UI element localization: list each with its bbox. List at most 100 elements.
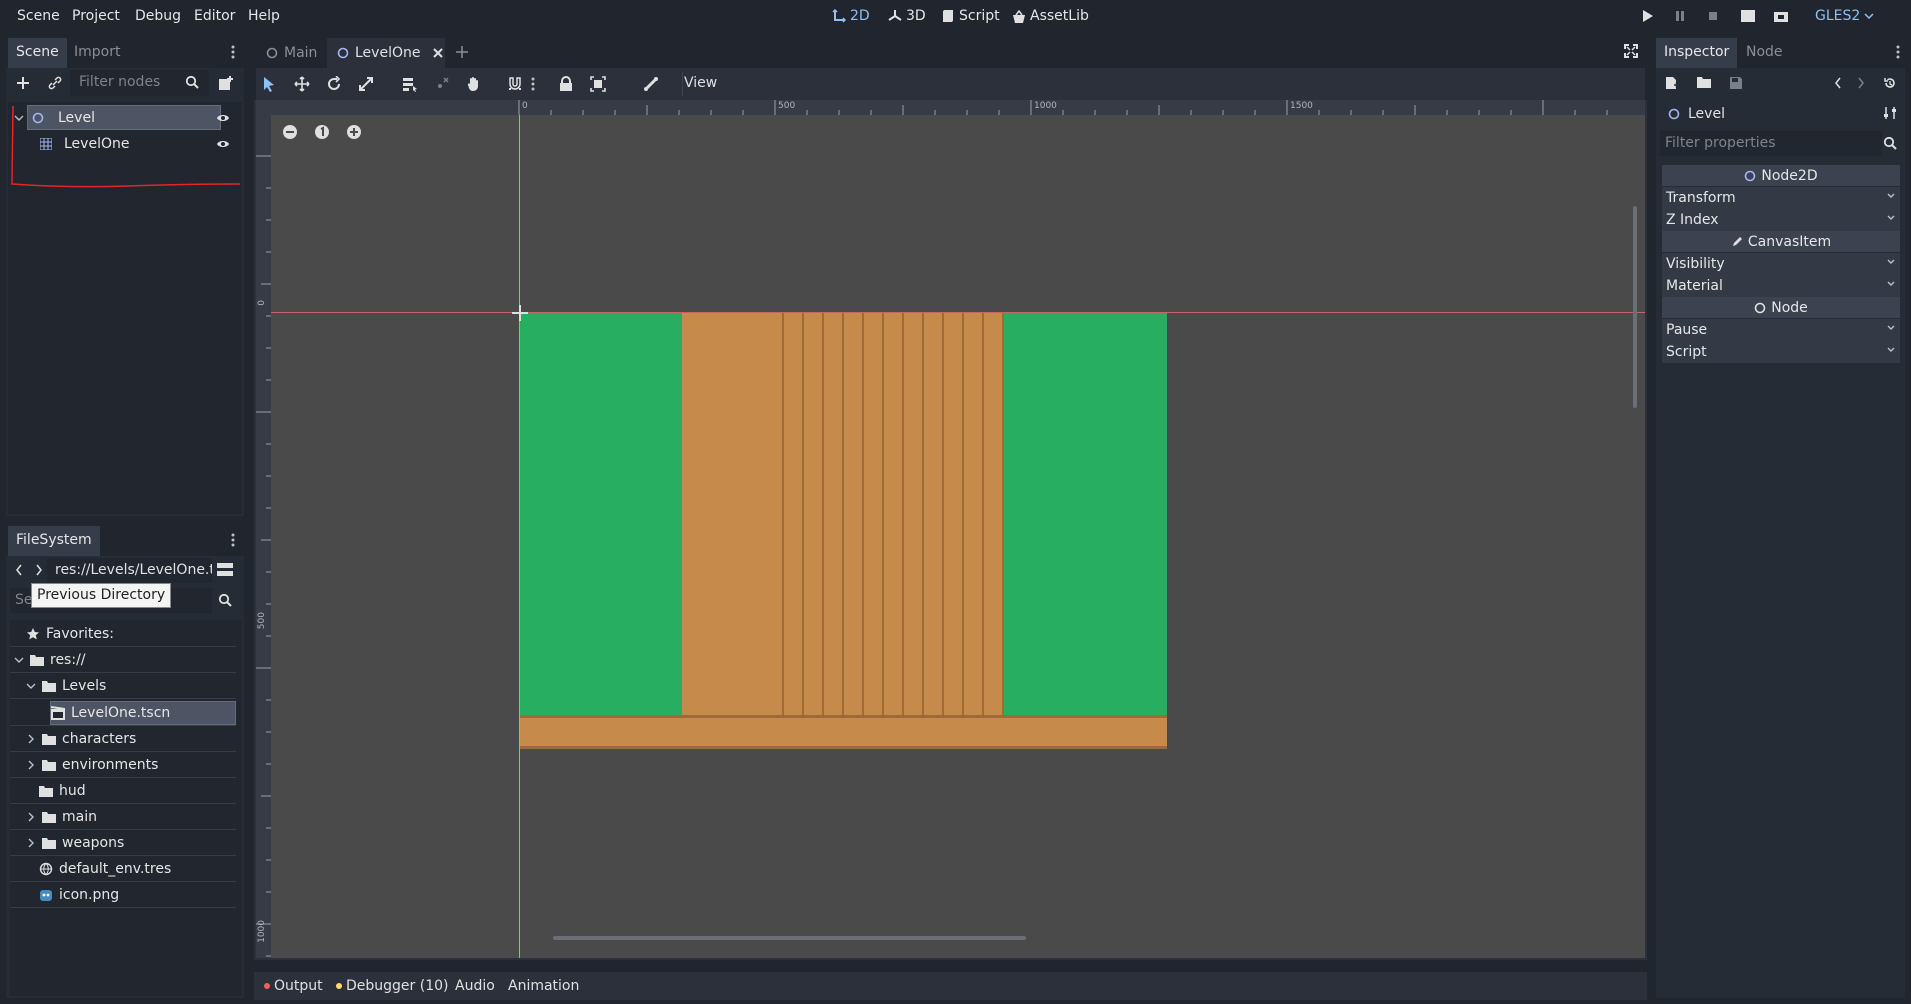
- list-select-icon[interactable]: [402, 76, 418, 92]
- snap-magnet-icon[interactable]: [507, 76, 523, 92]
- kebab-menu-icon[interactable]: [231, 44, 235, 60]
- instance-scene-icon[interactable]: [218, 75, 234, 91]
- tab-main[interactable]: Main: [256, 38, 324, 68]
- menu-project[interactable]: Project: [72, 8, 120, 24]
- lock-icon[interactable]: [559, 76, 573, 92]
- favorites-row[interactable]: Favorites:: [26, 621, 114, 647]
- filter-properties-input[interactable]: Filter properties: [1660, 131, 1882, 156]
- filter-nodes-input[interactable]: Filter nodes: [70, 70, 209, 96]
- tab-import[interactable]: Import: [66, 38, 128, 66]
- horizontal-scrollbar[interactable]: [553, 936, 1026, 940]
- kebab-menu-icon[interactable]: [231, 532, 235, 548]
- distraction-free-icon[interactable]: [1624, 44, 1638, 58]
- animation-tab[interactable]: Animation: [508, 978, 579, 994]
- save-icon[interactable]: [1729, 76, 1743, 90]
- file-label: default_env.tres: [59, 861, 172, 877]
- menu-scene[interactable]: Scene: [17, 8, 60, 24]
- folder-row-levels[interactable]: Levels: [26, 673, 106, 699]
- workspace-assetlib-label: AssetLib: [1030, 8, 1089, 24]
- canvas-viewport[interactable]: 0 500 1000 1500 0 500 1000: [256, 100, 1645, 958]
- play-scene-icon[interactable]: [1740, 9, 1756, 23]
- folder-row-weapons[interactable]: weapons: [26, 830, 124, 856]
- stop-icon[interactable]: [1706, 9, 1720, 23]
- tab-inspector[interactable]: Inspector: [1656, 38, 1738, 68]
- chevron-left-icon[interactable]: [1834, 77, 1842, 89]
- tilemap-level[interactable]: [520, 313, 1167, 749]
- history-icon[interactable]: [1883, 76, 1897, 90]
- output-tab[interactable]: Output: [264, 978, 323, 994]
- tab-scene[interactable]: Scene: [8, 38, 67, 68]
- folder-row-res[interactable]: res://: [14, 647, 86, 673]
- property-script[interactable]: Script: [1662, 341, 1900, 363]
- scale-tool-icon[interactable]: [358, 76, 374, 92]
- file-row-default-env[interactable]: default_env.tres: [39, 856, 171, 882]
- debugger-tab[interactable]: Debugger (10): [336, 978, 448, 994]
- workspace-2d-button[interactable]: 2D: [832, 8, 870, 24]
- play-custom-scene-icon[interactable]: [1773, 9, 1789, 23]
- property-z-index[interactable]: Z Index: [1662, 209, 1900, 231]
- path-field[interactable]: res://Levels/LevelOne.t: [47, 558, 212, 583]
- audio-tab[interactable]: Audio: [455, 978, 495, 994]
- bone-icon[interactable]: [643, 76, 659, 92]
- chevron-down-icon: [26, 682, 36, 690]
- file-row-icon-png[interactable]: icon.png: [39, 882, 119, 908]
- chevron-left-icon[interactable]: [15, 564, 23, 576]
- menu-help[interactable]: Help: [248, 8, 280, 24]
- chevron-right-icon[interactable]: [35, 564, 43, 576]
- error-dot-icon: [264, 983, 270, 989]
- zoom-in-icon[interactable]: [346, 124, 362, 140]
- file-label: LevelOne.tscn: [71, 705, 171, 721]
- pan-hand-icon[interactable]: [466, 76, 482, 92]
- menu-debug[interactable]: Debug: [135, 8, 181, 24]
- tab-node[interactable]: Node: [1738, 38, 1791, 66]
- pivot-tool-icon[interactable]: [434, 76, 450, 92]
- property-visibility[interactable]: Visibility: [1662, 253, 1900, 275]
- menu-editor[interactable]: Editor: [194, 8, 235, 24]
- vertical-scrollbar[interactable]: [1633, 206, 1637, 408]
- folder-row-characters[interactable]: characters: [26, 726, 136, 752]
- property-pause[interactable]: Pause: [1662, 319, 1900, 341]
- property-material[interactable]: Material: [1662, 275, 1900, 297]
- path-value: res://Levels/LevelOne.t: [55, 562, 212, 578]
- inspected-object[interactable]: Level: [1664, 103, 1904, 125]
- assetlib-icon: [1012, 9, 1026, 23]
- zoom-reset-icon[interactable]: [314, 124, 330, 140]
- folder-label: environments: [62, 757, 159, 773]
- folder-icon: [42, 733, 56, 745]
- folder-icon: [30, 654, 44, 666]
- tab-label: Main: [284, 45, 318, 61]
- pause-icon[interactable]: [1673, 9, 1687, 23]
- add-tab-icon[interactable]: [455, 45, 469, 59]
- folder-row-environments[interactable]: environments: [26, 752, 158, 778]
- red-annotation-mark: [11, 105, 241, 188]
- open-folder-icon[interactable]: [1697, 76, 1711, 88]
- property-transform[interactable]: Transform: [1662, 187, 1900, 209]
- object-settings-icon[interactable]: [1883, 106, 1897, 120]
- kebab-menu-icon[interactable]: [1896, 44, 1900, 60]
- workspace-3d-button[interactable]: 3D: [888, 8, 926, 24]
- tab-levelone[interactable]: LevelOne: [327, 38, 445, 68]
- select-tool-icon[interactable]: [262, 76, 276, 92]
- chevron-right-icon[interactable]: [1857, 77, 1865, 89]
- folder-row-main[interactable]: main: [26, 804, 97, 830]
- new-resource-icon[interactable]: [1665, 76, 1679, 90]
- rotate-tool-icon[interactable]: [326, 76, 342, 92]
- workspace-assetlib-button[interactable]: AssetLib: [1012, 8, 1089, 24]
- kebab-menu-icon[interactable]: [531, 76, 535, 92]
- tab-filesystem[interactable]: FileSystem: [8, 526, 100, 556]
- chevron-down-icon: [1886, 278, 1896, 290]
- link-icon[interactable]: [47, 75, 63, 91]
- view-menu[interactable]: View: [684, 75, 717, 91]
- group-icon[interactable]: [590, 76, 606, 92]
- origin-pivot-icon: [512, 305, 528, 321]
- play-icon[interactable]: [1640, 9, 1654, 23]
- add-node-icon[interactable]: [15, 75, 31, 91]
- file-row-levelone[interactable]: LevelOne.tscn: [51, 700, 170, 726]
- zoom-out-icon[interactable]: [282, 124, 298, 140]
- move-tool-icon[interactable]: [294, 76, 310, 92]
- renderer-selector[interactable]: GLES2: [1815, 8, 1874, 24]
- folder-row-hud[interactable]: hud: [39, 778, 86, 804]
- workspace-script-button[interactable]: Script: [942, 8, 1000, 24]
- close-icon[interactable]: [432, 47, 444, 59]
- split-view-icon[interactable]: [217, 562, 233, 578]
